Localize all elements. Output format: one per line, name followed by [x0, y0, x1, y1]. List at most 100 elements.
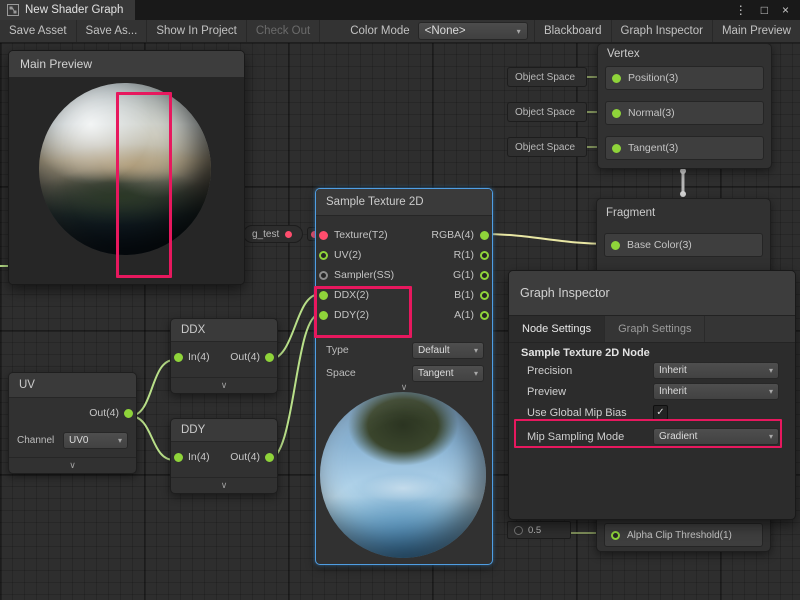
- window-menu-icon[interactable]: ⋮: [728, 0, 754, 20]
- save-asset-button[interactable]: Save Asset: [0, 20, 77, 42]
- uv-out-port[interactable]: Out(4): [89, 407, 133, 419]
- ddy-out-port[interactable]: Out(4): [230, 451, 274, 463]
- mip-sampling-mode-dropdown[interactable]: Gradient ▾: [653, 428, 779, 445]
- gtest-property-node[interactable]: g_test: [243, 225, 303, 243]
- ddx-node[interactable]: DDX In(4) Out(4) ∨: [170, 318, 278, 394]
- maximize-icon[interactable]: □: [754, 0, 775, 20]
- port-dot-normal[interactable]: [612, 109, 621, 118]
- vertex-node[interactable]: Vertex Position(3) Normal(3) Tangent(3): [597, 43, 772, 169]
- uv-port-dot[interactable]: [319, 251, 328, 260]
- ddy-collapse-chevron-icon[interactable]: ∨: [171, 477, 277, 493]
- ddy-port-dot[interactable]: [319, 311, 328, 320]
- inspector-node-heading: Sample Texture 2D Node: [521, 347, 650, 359]
- fragment-port-alphaclip[interactable]: Alpha Clip Threshold(1): [604, 523, 763, 547]
- gtest-label: g_test: [252, 229, 279, 240]
- main-preview-toggle-button[interactable]: Main Preview: [713, 20, 800, 42]
- tab-graph-settings[interactable]: Graph Settings: [605, 316, 705, 342]
- b-port-dot[interactable]: [480, 291, 489, 300]
- r-port-dot[interactable]: [480, 251, 489, 260]
- ddx-in-dot[interactable]: [174, 353, 183, 362]
- type-dropdown[interactable]: Default ▾: [412, 342, 484, 359]
- port-rgba[interactable]: RGBA(4): [416, 225, 492, 245]
- port-dot-tangent[interactable]: [612, 144, 621, 153]
- gtest-output-dot[interactable]: [285, 231, 292, 238]
- port-r[interactable]: R(1): [416, 245, 492, 265]
- alpha-clip-value-box[interactable]: 0.5: [507, 521, 571, 539]
- port-dot-alphaclip[interactable]: [611, 531, 620, 540]
- fragment-port-basecolor[interactable]: Base Color(3): [604, 233, 763, 257]
- port-uv[interactable]: UV(2): [316, 245, 414, 265]
- port-g[interactable]: G(1): [416, 265, 492, 285]
- uv-node[interactable]: UV Out(4) Channel UV0 ▾ ∨: [8, 372, 137, 474]
- graph-inspector-toggle-button[interactable]: Graph Inspector: [612, 20, 713, 42]
- port-dot-position[interactable]: [612, 74, 621, 83]
- mip-sampling-mode-row: Mip Sampling Mode Gradient ▾: [527, 427, 779, 446]
- ddx-out-dot[interactable]: [265, 353, 274, 362]
- color-mode-value: <None>: [425, 25, 466, 37]
- save-as-button[interactable]: Save As...: [77, 20, 148, 42]
- shader-graph-toolbar: Save Asset Save As... Show In Project Ch…: [0, 20, 800, 43]
- close-icon[interactable]: ×: [775, 0, 796, 20]
- port-b[interactable]: B(1): [416, 285, 492, 305]
- port-ddy[interactable]: DDY(2): [316, 305, 414, 325]
- dropdown-arrow-icon: ▾: [769, 432, 773, 441]
- preview-dropdown[interactable]: Inherit ▾: [653, 383, 779, 400]
- ddx-in-port[interactable]: In(4): [174, 351, 210, 363]
- show-in-project-button[interactable]: Show In Project: [147, 20, 247, 42]
- blackboard-toggle-button[interactable]: Blackboard: [535, 20, 612, 42]
- fragment-node-title: Fragment: [597, 199, 770, 227]
- object-space-dropdown-tangent[interactable]: Object Space: [507, 137, 587, 157]
- object-space-dropdown-normal[interactable]: Object Space: [507, 102, 587, 122]
- type-value: Default: [418, 345, 450, 356]
- ddx-collapse-chevron-icon[interactable]: ∨: [171, 377, 277, 393]
- preview-label: Preview: [527, 386, 653, 398]
- shader-graph-tab[interactable]: New Shader Graph: [0, 0, 135, 20]
- type-label: Type: [326, 344, 349, 356]
- main-preview-panel: Main Preview: [8, 50, 245, 285]
- g-port-dot[interactable]: [480, 271, 489, 280]
- sample-texture-2d-node[interactable]: Sample Texture 2D Texture(T2) UV(2) Samp…: [315, 188, 493, 565]
- ddy-in-dot[interactable]: [174, 453, 183, 462]
- port-texture[interactable]: Texture(T2): [316, 225, 414, 245]
- main-preview-panel-header[interactable]: Main Preview: [9, 51, 244, 78]
- graph-inspector-header[interactable]: Graph Inspector: [509, 271, 795, 316]
- normal-port-label: Normal(3): [628, 107, 675, 119]
- sample-node-preview-sphere: [320, 392, 486, 558]
- space-dropdown[interactable]: Tangent ▾: [412, 365, 484, 382]
- ddy-out-dot[interactable]: [265, 453, 274, 462]
- vertex-node-title: Vertex: [598, 44, 771, 64]
- ddy-in-port[interactable]: In(4): [174, 451, 210, 463]
- alpha-clip-value: 0.5: [528, 525, 541, 536]
- rgba-port-dot[interactable]: [480, 231, 489, 240]
- port-dot-basecolor[interactable]: [611, 241, 620, 250]
- mip-sampling-mode-value: Gradient: [659, 431, 697, 442]
- checkbox-check-icon: ✓: [656, 407, 664, 418]
- uv-collapse-chevron-icon[interactable]: ∨: [9, 457, 136, 473]
- texture-port-dot[interactable]: [319, 231, 328, 240]
- precision-dropdown[interactable]: Inherit ▾: [653, 362, 779, 379]
- uv-out-dot[interactable]: [124, 409, 133, 418]
- sampler-port-dot[interactable]: [319, 271, 328, 280]
- port-a[interactable]: A(1): [416, 305, 492, 325]
- ddx-out-port[interactable]: Out(4): [230, 351, 274, 363]
- ddy-node[interactable]: DDY In(4) Out(4) ∨: [170, 418, 278, 494]
- object-space-dropdown-position[interactable]: Object Space: [507, 67, 587, 87]
- precision-label: Precision: [527, 365, 653, 377]
- color-mode-dropdown[interactable]: <None> ▾: [418, 22, 528, 40]
- vertex-port-position[interactable]: Position(3): [605, 66, 764, 90]
- dropdown-arrow-icon: ▾: [769, 387, 773, 396]
- port-sampler[interactable]: Sampler(SS): [316, 265, 414, 285]
- a-port-dot[interactable]: [480, 311, 489, 320]
- vertex-port-normal[interactable]: Normal(3): [605, 101, 764, 125]
- object-space-label: Object Space: [515, 142, 575, 153]
- port-ddx[interactable]: DDX(2): [316, 285, 414, 305]
- use-global-mip-bias-checkbox[interactable]: ✓: [653, 405, 668, 420]
- vertex-port-tangent[interactable]: Tangent(3): [605, 136, 764, 160]
- ddx-port-dot[interactable]: [319, 291, 328, 300]
- window-titlebar: New Shader Graph ⋮ □ ×: [0, 0, 800, 20]
- graph-inspector-label: Graph Inspector: [621, 25, 703, 37]
- ddy-port-label: DDY(2): [334, 309, 369, 321]
- uv-channel-dropdown[interactable]: UV0 ▾: [63, 432, 128, 449]
- window-title: New Shader Graph: [25, 4, 123, 16]
- tab-node-settings[interactable]: Node Settings: [509, 316, 605, 342]
